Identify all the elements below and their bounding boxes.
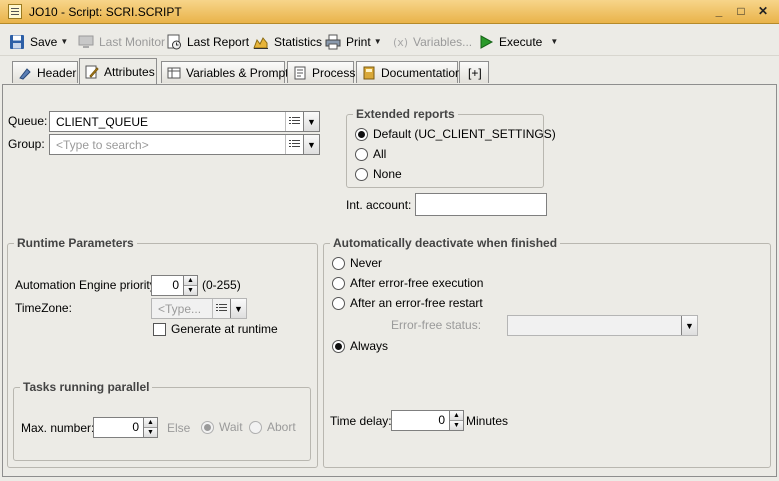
- timezone-combo[interactable]: <Type... ▼: [151, 298, 247, 319]
- variables-icon: (x): [392, 34, 408, 50]
- deactivate-always-radio[interactable]: Always: [332, 339, 388, 353]
- chevron-down-icon[interactable]: ▼: [303, 135, 319, 154]
- list-icon[interactable]: [212, 299, 230, 318]
- chevron-down-icon[interactable]: ▼: [303, 112, 319, 131]
- execute-button[interactable]: Execute ▼: [478, 31, 558, 52]
- chevron-down-icon[interactable]: ▼: [550, 37, 558, 46]
- auto-deactivate-title: Automatically deactivate when finished: [330, 236, 561, 250]
- svg-text:(x): (x): [393, 36, 408, 49]
- time-delay-label: Time delay:: [330, 414, 392, 428]
- floppy-icon: [9, 34, 25, 50]
- increment-icon[interactable]: ▲: [144, 418, 157, 427]
- tab-process[interactable]: Process: [287, 61, 355, 83]
- group-label: Group:: [8, 137, 45, 151]
- queue-label: Queue:: [8, 114, 48, 128]
- book-icon: [362, 66, 376, 80]
- header-icon: [18, 66, 32, 80]
- extended-reports-all-radio[interactable]: All: [355, 147, 386, 161]
- deactivate-error-free-restart-radio[interactable]: After an error-free restart: [332, 296, 483, 310]
- group-combo[interactable]: <Type to search> ▼: [49, 134, 320, 155]
- tab-variables-prompts[interactable]: Variables & Prompts: [161, 61, 295, 83]
- priority-range: (0-255): [202, 278, 241, 292]
- decrement-icon[interactable]: ▼: [184, 285, 197, 295]
- chevron-down-icon[interactable]: ▼: [230, 299, 246, 318]
- tab-add[interactable]: [+]: [459, 61, 489, 83]
- increment-icon[interactable]: ▲: [450, 411, 463, 420]
- close-button[interactable]: ✕: [757, 5, 769, 17]
- timezone-placeholder: <Type...: [158, 301, 202, 316]
- time-delay-value[interactable]: 0: [391, 410, 450, 431]
- generate-at-runtime-checkbox[interactable]: Generate at runtime: [153, 322, 278, 336]
- wait-radio[interactable]: Wait: [201, 420, 243, 434]
- priority-stepper[interactable]: 0 ▲ ▼: [151, 275, 198, 296]
- printer-icon: [325, 34, 341, 50]
- chevron-down-icon[interactable]: ▼: [60, 37, 68, 46]
- tasks-parallel-title: Tasks running parallel: [20, 380, 153, 394]
- variables-table-icon: [167, 66, 181, 80]
- window-title: JO10 - Script: SCRI.SCRIPT: [29, 5, 182, 19]
- chevron-down-icon[interactable]: ▼: [374, 37, 382, 46]
- time-delay-stepper[interactable]: 0 ▲ ▼: [391, 410, 464, 431]
- group-placeholder: <Type to search>: [56, 137, 149, 152]
- process-icon: [293, 66, 307, 80]
- print-button[interactable]: Print ▼: [325, 31, 382, 52]
- attributes-icon: [85, 65, 99, 79]
- tab-documentation[interactable]: Documentation: [356, 61, 462, 83]
- int-account-label: Int. account:: [346, 198, 412, 212]
- toolbar: Save ▼ Last Monitor Last Report Statisti…: [0, 26, 779, 56]
- increment-icon[interactable]: ▲: [184, 276, 197, 285]
- error-free-status-combo[interactable]: ▼: [507, 315, 698, 336]
- extended-reports-title: Extended reports: [353, 107, 458, 121]
- queue-combo[interactable]: CLIENT_QUEUE ▼: [49, 111, 320, 132]
- tab-header[interactable]: Header: [12, 61, 78, 83]
- priority-value[interactable]: 0: [151, 275, 184, 296]
- script-icon: [8, 4, 22, 19]
- chart-icon: [253, 34, 269, 50]
- monitor-icon: [78, 34, 94, 50]
- report-icon: [166, 34, 182, 50]
- list-icon[interactable]: [285, 135, 303, 154]
- last-monitor-button[interactable]: Last Monitor: [78, 31, 165, 52]
- statistics-button[interactable]: Statistics: [253, 31, 322, 52]
- max-number-label: Max. number:: [21, 421, 95, 435]
- minutes-label: Minutes: [466, 414, 509, 428]
- extended-reports-default-radio[interactable]: Default (UC_CLIENT_SETTINGS): [355, 127, 556, 141]
- deactivate-error-free-execution-radio[interactable]: After error-free execution: [332, 276, 483, 290]
- timezone-label: TimeZone:: [15, 301, 72, 315]
- queue-value: CLIENT_QUEUE: [56, 114, 149, 129]
- deactivate-never-radio[interactable]: Never: [332, 256, 382, 270]
- decrement-icon[interactable]: ▼: [144, 427, 157, 437]
- tab-attributes[interactable]: Attributes: [79, 58, 157, 84]
- int-account-input[interactable]: [415, 193, 547, 216]
- decrement-icon[interactable]: ▼: [450, 420, 463, 430]
- maximize-button[interactable]: □: [735, 5, 747, 17]
- priority-label: Automation Engine priority:: [15, 278, 160, 292]
- error-free-status-label: Error-free status:: [391, 318, 482, 332]
- save-button[interactable]: Save ▼: [9, 31, 68, 52]
- list-icon[interactable]: [285, 112, 303, 131]
- last-report-button[interactable]: Last Report: [166, 31, 249, 52]
- abort-radio[interactable]: Abort: [249, 420, 296, 434]
- runtime-parameters-title: Runtime Parameters: [14, 236, 137, 250]
- max-number-stepper[interactable]: 0 ▲ ▼: [93, 417, 158, 438]
- minimize-button[interactable]: _: [713, 5, 725, 17]
- tab-bar: Header Attributes Variables & Prompts Pr…: [0, 58, 779, 84]
- play-icon: [478, 34, 494, 50]
- extended-reports-none-radio[interactable]: None: [355, 167, 402, 181]
- else-label: Else: [167, 421, 191, 435]
- title-bar: JO10 - Script: SCRI.SCRIPT _ □ ✕: [0, 0, 779, 24]
- chevron-down-icon[interactable]: ▼: [681, 316, 697, 335]
- max-number-value[interactable]: 0: [93, 417, 144, 438]
- variables-button[interactable]: (x) Variables...: [392, 31, 472, 52]
